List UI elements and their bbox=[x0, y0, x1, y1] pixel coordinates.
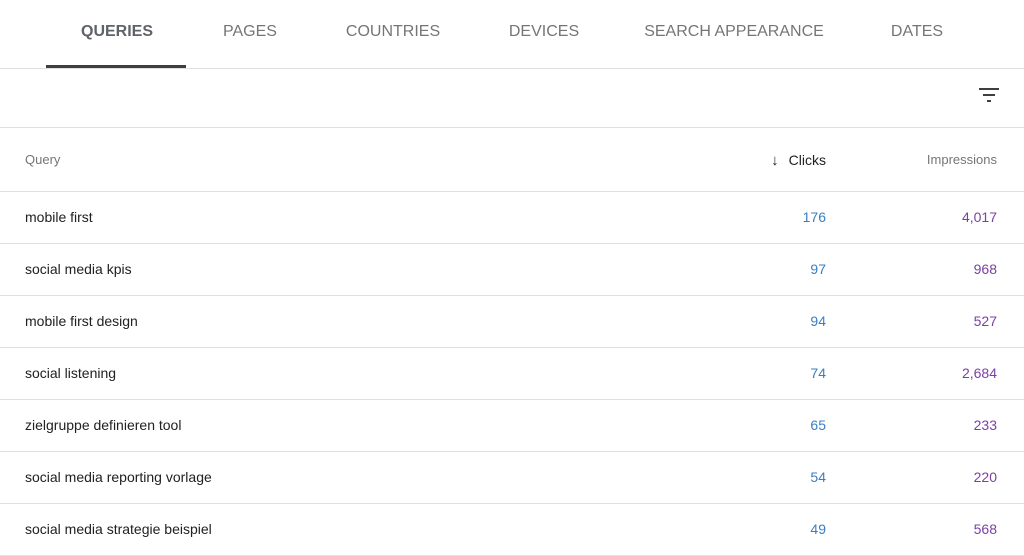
table-row[interactable]: mobile first 176 4,017 bbox=[0, 192, 1024, 244]
clicks-cell: 176 bbox=[802, 209, 826, 225]
impressions-cell: 233 bbox=[973, 417, 997, 433]
impressions-cell: 4,017 bbox=[961, 209, 997, 225]
column-header-impressions[interactable]: Impressions bbox=[927, 128, 997, 192]
impressions-cell: 527 bbox=[973, 313, 997, 329]
tab-search-appearance[interactable]: SEARCH APPEARANCE bbox=[644, 0, 824, 68]
column-header-clicks[interactable]: ↓ Clicks bbox=[771, 128, 826, 193]
query-cell: social media kpis bbox=[25, 261, 132, 277]
tab-pages[interactable]: PAGES bbox=[223, 0, 277, 68]
query-cell: social media reporting vorlage bbox=[25, 469, 212, 485]
clicks-header-label: Clicks bbox=[788, 152, 826, 168]
clicks-cell: 74 bbox=[810, 365, 826, 381]
query-cell: mobile first design bbox=[25, 313, 138, 329]
tab-queries[interactable]: QUERIES bbox=[81, 0, 153, 68]
table-row[interactable]: social media reporting vorlage 54 220 bbox=[0, 452, 1024, 504]
query-cell: zielgruppe definieren tool bbox=[25, 417, 182, 433]
clicks-cell: 54 bbox=[810, 469, 826, 485]
clicks-cell: 94 bbox=[810, 313, 826, 329]
table-header: Query ↓ Clicks Impressions bbox=[0, 128, 1024, 192]
impressions-cell: 2,684 bbox=[961, 365, 997, 381]
filter-bar bbox=[0, 69, 1024, 128]
impressions-cell: 220 bbox=[973, 469, 997, 485]
tab-dates[interactable]: DATES bbox=[891, 0, 943, 68]
query-cell: social media strategie beispiel bbox=[25, 521, 212, 537]
clicks-cell: 49 bbox=[810, 521, 826, 537]
table-row[interactable]: zielgruppe definieren tool 65 233 bbox=[0, 400, 1024, 452]
filter-icon[interactable] bbox=[978, 86, 1000, 104]
arrow-down-icon: ↓ bbox=[771, 152, 779, 169]
column-header-query[interactable]: Query bbox=[25, 128, 60, 192]
queries-table: Query ↓ Clicks Impressions mobile first 1… bbox=[0, 128, 1024, 556]
tab-devices[interactable]: DEVICES bbox=[509, 0, 579, 68]
tab-countries[interactable]: COUNTRIES bbox=[346, 0, 440, 68]
table-row[interactable]: mobile first design 94 527 bbox=[0, 296, 1024, 348]
clicks-cell: 65 bbox=[810, 417, 826, 433]
impressions-cell: 968 bbox=[973, 261, 997, 277]
query-cell: mobile first bbox=[25, 209, 93, 225]
report-tabs: QUERIES PAGES COUNTRIES DEVICES SEARCH A… bbox=[0, 0, 1024, 69]
query-cell: social listening bbox=[25, 365, 117, 381]
impressions-cell: 568 bbox=[973, 521, 997, 537]
active-tab-indicator bbox=[46, 65, 186, 68]
table-row[interactable]: social media strategie beispiel 49 568 bbox=[0, 504, 1024, 556]
table-row[interactable]: social listening 74 2,684 bbox=[0, 348, 1024, 400]
table-row[interactable]: social media kpis 97 968 bbox=[0, 244, 1024, 296]
clicks-cell: 97 bbox=[810, 261, 826, 277]
